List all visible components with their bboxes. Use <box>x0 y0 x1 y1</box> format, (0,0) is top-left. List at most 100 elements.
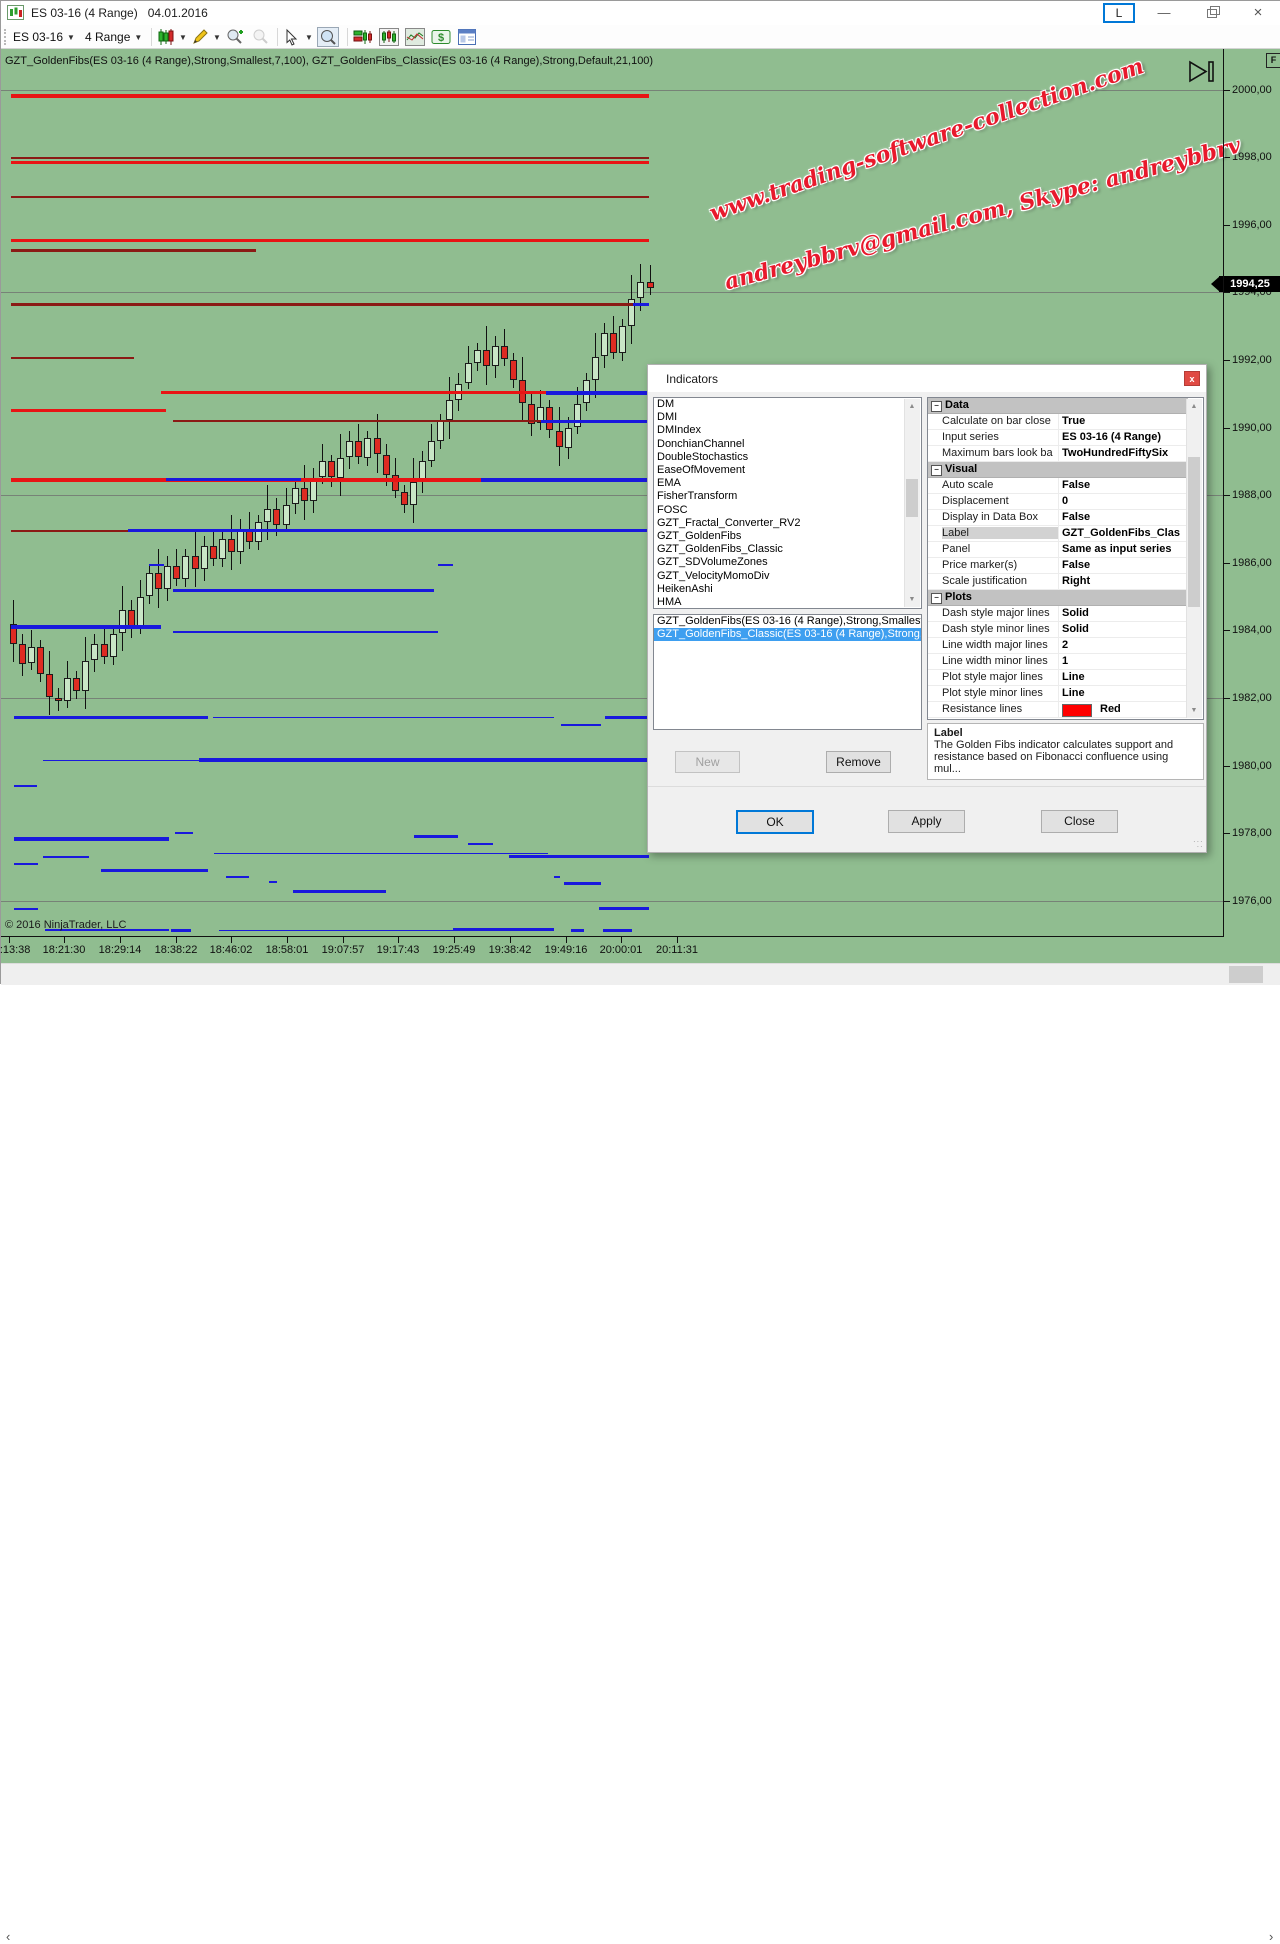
scrollbar-thumb[interactable] <box>1229 966 1263 983</box>
available-indicators-list[interactable]: DMDMIDMIndexDonchianChannelDoubleStochas… <box>653 397 922 609</box>
indicator-properties-grid[interactable]: −DataCalculate on bar closeTrueInput ser… <box>927 397 1204 720</box>
property-value[interactable]: 1 <box>1062 655 1186 667</box>
indicator-list-item[interactable]: GZT_Fractal_Converter_RV2 <box>654 517 921 530</box>
close-window-button[interactable]: × <box>1243 3 1273 23</box>
property-row[interactable]: Displacement0 <box>928 494 1188 510</box>
chart-region-button[interactable] <box>405 28 425 46</box>
instrument-dropdown[interactable]: ES 03-16▼ <box>13 28 75 46</box>
applied-indicator-item[interactable]: GZT_GoldenFibs(ES 03-16 (4 Range),Strong… <box>654 615 921 628</box>
l-button[interactable]: L <box>1103 3 1135 23</box>
indicator-list-item[interactable]: GZT_SDVolumeZones <box>654 556 921 569</box>
resize-grip-icon[interactable]: ∙∙∙ ∙∙ <box>1193 839 1203 849</box>
cursor-mode-button[interactable]: ▼ <box>283 28 313 46</box>
property-value[interactable]: Right <box>1062 575 1186 587</box>
property-row[interactable]: Plot style major linesLine <box>928 670 1188 686</box>
property-value[interactable]: GZT_GoldenFibs_Clas <box>1062 527 1186 539</box>
indicator-list-item[interactable]: DMIndex <box>654 424 921 437</box>
horizontal-scrollbar[interactable]: ‹ › <box>1 963 1280 985</box>
grid-scrollbar[interactable]: ▲ ▼ <box>1186 399 1202 718</box>
restore-button[interactable] <box>1197 3 1227 23</box>
period-dropdown[interactable]: 4 Range▼ <box>85 28 142 46</box>
property-row[interactable]: Scale justificationRight <box>928 574 1188 590</box>
property-row[interactable]: Resistance linesRed <box>928 702 1188 718</box>
collapse-icon[interactable]: − <box>931 401 942 412</box>
scrollbar-thumb[interactable] <box>906 479 918 517</box>
property-group-header[interactable]: −Visual <box>928 462 1188 478</box>
property-row[interactable]: Line width minor lines1 <box>928 654 1188 670</box>
indicator-list-item[interactable]: HMA <box>654 596 921 609</box>
scroll-up-icon[interactable]: ▲ <box>905 399 919 414</box>
property-group-header[interactable]: −Data <box>928 398 1188 414</box>
scrollbar-thumb[interactable] <box>1188 457 1200 607</box>
property-value[interactable]: TwoHundredFiftySix <box>1062 447 1186 459</box>
properties-panel-button[interactable] <box>457 28 477 46</box>
scroll-down-icon[interactable]: ▼ <box>905 592 919 607</box>
panel-letter-badge[interactable]: F <box>1266 53 1280 68</box>
property-value[interactable]: Line <box>1062 671 1186 683</box>
toolbar-grip[interactable] <box>4 29 9 45</box>
property-value[interactable]: ES 03-16 (4 Range) <box>1062 431 1186 443</box>
dialog-close-button[interactable]: x <box>1184 371 1200 386</box>
property-value[interactable]: True <box>1062 415 1186 427</box>
property-row[interactable]: Maximum bars look baTwoHundredFiftySix <box>928 446 1188 462</box>
property-row[interactable]: Plot style minor linesLine <box>928 686 1188 702</box>
indicator-list-item[interactable]: FisherTransform <box>654 490 921 503</box>
chart-style-button[interactable]: ▼ <box>157 28 187 46</box>
applied-indicators-list[interactable]: GZT_GoldenFibs(ES 03-16 (4 Range),Strong… <box>653 614 922 730</box>
property-value[interactable]: False <box>1062 559 1186 571</box>
property-row[interactable]: Dash style major linesSolid <box>928 606 1188 622</box>
property-value[interactable]: 0 <box>1062 495 1186 507</box>
dialog-titlebar[interactable]: Indicators x <box>648 365 1206 392</box>
data-box-button[interactable] <box>317 27 339 47</box>
property-row[interactable]: Auto scaleFalse <box>928 478 1188 494</box>
bars-panel-button[interactable] <box>379 28 399 46</box>
indicator-list-item[interactable]: DoubleStochastics <box>654 451 921 464</box>
scroll-up-icon[interactable]: ▲ <box>1187 399 1201 414</box>
window-titlebar[interactable]: ES 03-16 (4 Range)04.01.2016 L — × <box>1 1 1280 25</box>
property-value[interactable]: Line <box>1062 687 1186 699</box>
property-value[interactable]: Solid <box>1062 607 1186 619</box>
chart-trader-button[interactable] <box>353 28 373 46</box>
property-row[interactable]: Price marker(s)False <box>928 558 1188 574</box>
property-value[interactable]: False <box>1062 479 1186 491</box>
account-dollar-button[interactable]: $ <box>431 28 451 46</box>
indicator-list-item[interactable]: DM <box>654 398 921 411</box>
property-row[interactable]: Dash style minor linesSolid <box>928 622 1188 638</box>
zoom-in-button[interactable] <box>225 28 245 46</box>
list-scrollbar[interactable]: ▲ ▼ <box>904 399 920 607</box>
indicator-list-item[interactable]: DMI <box>654 411 921 424</box>
indicator-list-item[interactable]: EaseOfMovement <box>654 464 921 477</box>
collapse-icon[interactable]: − <box>931 593 942 604</box>
property-group-header[interactable]: −Plots <box>928 590 1188 606</box>
indicator-list-item[interactable]: EMA <box>654 477 921 490</box>
apply-button[interactable]: Apply <box>888 810 965 833</box>
dialog-close-bottom-button[interactable]: Close <box>1041 810 1118 833</box>
indicator-list-item[interactable]: FOSC <box>654 504 921 517</box>
remove-button[interactable]: Remove <box>826 751 891 773</box>
property-row[interactable]: PanelSame as input series <box>928 542 1188 558</box>
collapse-icon[interactable]: − <box>931 465 942 476</box>
property-row[interactable]: Display in Data BoxFalse <box>928 510 1188 526</box>
indicator-list-item[interactable]: DonchianChannel <box>654 438 921 451</box>
indicator-list-item[interactable]: GZT_GoldenFibs <box>654 530 921 543</box>
scroll-left-icon[interactable]: ‹ <box>6 1929 10 1944</box>
playback-forward-icon[interactable] <box>1187 59 1217 89</box>
property-row[interactable]: Input seriesES 03-16 (4 Range) <box>928 430 1188 446</box>
property-value[interactable]: False <box>1062 511 1186 523</box>
indicator-list-item[interactable]: GZT_VelocityMomoDiv <box>654 570 921 583</box>
scroll-down-icon[interactable]: ▼ <box>1187 703 1201 718</box>
applied-indicator-item[interactable]: GZT_GoldenFibs_Classic(ES 03-16 (4 Range… <box>654 628 921 641</box>
property-row[interactable]: LabelGZT_GoldenFibs_Clas <box>928 526 1188 542</box>
property-value[interactable]: 2 <box>1062 639 1186 651</box>
scroll-right-icon[interactable]: › <box>1269 1929 1273 1944</box>
drawing-tools-button[interactable]: ▼ <box>191 28 221 46</box>
property-value[interactable]: Solid <box>1062 623 1186 635</box>
property-row[interactable]: Calculate on bar closeTrue <box>928 414 1188 430</box>
price-label: 1982,00 <box>1232 692 1272 704</box>
property-row[interactable]: Line width major lines2 <box>928 638 1188 654</box>
ok-button[interactable]: OK <box>736 810 814 834</box>
minimize-button[interactable]: — <box>1149 3 1179 23</box>
property-value[interactable]: Same as input series <box>1062 543 1186 555</box>
indicator-list-item[interactable]: HeikenAshi <box>654 583 921 596</box>
indicator-list-item[interactable]: GZT_GoldenFibs_Classic <box>654 543 921 556</box>
